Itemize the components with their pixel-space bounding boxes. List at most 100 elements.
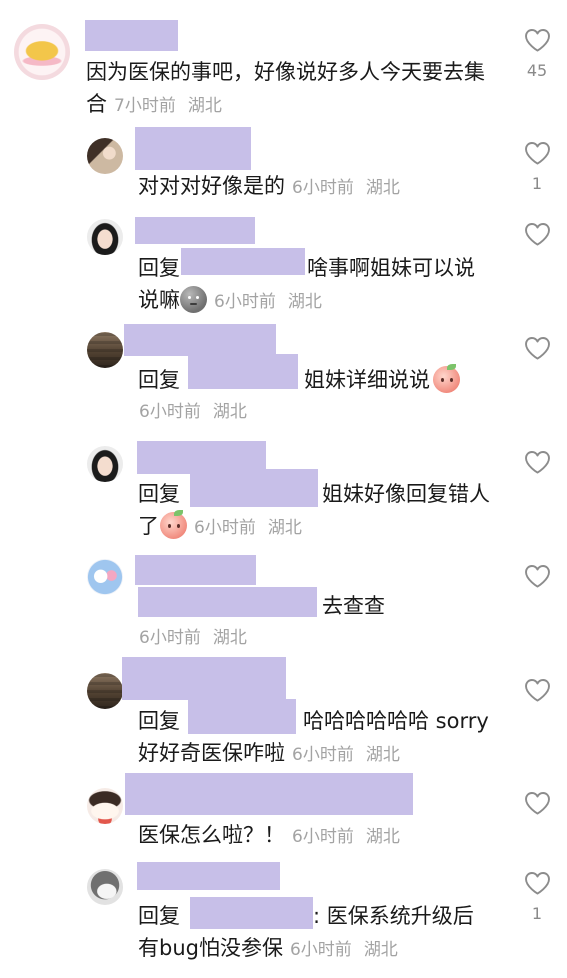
reply-comment: 回复 姐妹好像回复错人了 6小时前 湖北: [0, 431, 567, 545]
comment-location: 湖北: [363, 940, 398, 960]
heart-icon: [525, 565, 550, 588]
reply-comment: 回复: 医保系统升级后有bug怕没参保 6小时前 湖北 1: [0, 856, 567, 978]
comment-body[interactable]: 回复 姐妹好像回复错人了 6小时前 湖北: [138, 469, 498, 542]
comment-meta: 6小时前 湖北: [139, 396, 483, 428]
heart-icon: [525, 29, 550, 52]
redacted-mention[interactable]: [138, 587, 317, 617]
avatar[interactable]: [87, 332, 123, 368]
comment: 因为医保的事吧，好像说好多人今天要去集合 7小时前 湖北 45: [0, 0, 567, 122]
comment-location: 湖北: [212, 402, 247, 422]
reply-label: 回复: [138, 368, 180, 392]
comment-time: 6小时前: [139, 402, 201, 422]
comment-time: 6小时前: [194, 518, 256, 538]
comment-body[interactable]: 对对对好像是的 6小时前 湖北: [138, 170, 483, 202]
comment-body[interactable]: 回复: 医保系统升级后有bug怕没参保 6小时前 湖北: [138, 897, 483, 964]
comment-location: 湖北: [365, 745, 400, 765]
comment-time: 7小时前: [114, 96, 176, 116]
comment-meta: 6小时前 湖北: [292, 174, 400, 202]
redacted-username[interactable]: [122, 657, 286, 700]
heart-icon: [525, 872, 550, 895]
reply-label: 回复: [138, 904, 180, 928]
comment-text: 对对对好像是的: [138, 174, 285, 198]
heart-icon: [525, 223, 550, 246]
redacted-username[interactable]: [135, 555, 256, 585]
avatar[interactable]: [14, 24, 70, 80]
comment-text: 医保怎么啦？！: [138, 823, 285, 847]
comment-time: 6小时前: [289, 940, 352, 960]
comment-meta: 6小时前 湖北: [292, 823, 400, 851]
like-button[interactable]: [524, 28, 551, 53]
comment-text: 姐妹详细说说: [304, 368, 430, 392]
comment-location: 湖北: [365, 178, 400, 198]
like-count: 1: [531, 904, 543, 923]
comment-time: 6小时前: [214, 292, 276, 312]
avatar[interactable]: [87, 219, 123, 255]
avatar[interactable]: [87, 869, 123, 905]
comment-meta: 6小时前 湖北: [290, 936, 398, 964]
heart-icon: [525, 451, 550, 474]
heart-icon: [525, 337, 550, 360]
like-button[interactable]: [524, 450, 551, 475]
like-button[interactable]: [524, 336, 551, 361]
comment-body[interactable]: 回复 姐妹详细说说 6小时前 湖北: [138, 353, 483, 428]
like-button[interactable]: [524, 871, 551, 896]
avatar[interactable]: [87, 559, 123, 595]
reply-comment: 对对对好像是的 6小时前 湖北 1: [0, 122, 567, 202]
reply-comment: 医保怎么啦？！ 6小时前 湖北: [0, 770, 567, 856]
comment-body[interactable]: 回复 哈哈哈哈哈哈 sorry好好奇医保咋啦 6小时前 湖北: [138, 698, 496, 769]
comment-meta: 6小时前 湖北: [214, 288, 322, 316]
comment-location: 湖北: [267, 518, 302, 538]
reply-label: 回复: [138, 482, 180, 506]
redacted-username[interactable]: [85, 20, 178, 51]
redacted-mention[interactable]: [188, 353, 298, 389]
redacted-username[interactable]: [125, 773, 413, 815]
like-button[interactable]: [524, 141, 551, 166]
avatar[interactable]: [87, 446, 123, 482]
comment-time: 6小时前: [292, 827, 354, 847]
redacted-username[interactable]: [135, 127, 251, 170]
like-count: 45: [526, 61, 548, 80]
redacted-username[interactable]: [137, 862, 280, 890]
comment-location: 湖北: [187, 96, 222, 116]
comment-body[interactable]: 回复 啥事啊姐妹可以说说嘛 6小时前 湖北: [138, 247, 483, 316]
redacted-mention[interactable]: [188, 698, 296, 734]
redacted-mention[interactable]: [181, 247, 305, 275]
redacted-mention[interactable]: [190, 469, 318, 507]
comment-body[interactable]: 去查查 6小时前 湖北: [138, 587, 483, 654]
comment-time: 6小时前: [292, 745, 354, 765]
comment-location: 湖北: [212, 628, 247, 648]
like-button[interactable]: [524, 678, 551, 703]
reply-comment: 回复 姐妹详细说说 6小时前 湖北: [0, 317, 567, 431]
comment-time: 6小时前: [292, 178, 354, 198]
comment-time: 6小时前: [139, 628, 201, 648]
comment-body[interactable]: 医保怎么啦？！ 6小时前 湖北: [138, 819, 483, 851]
heart-icon: [525, 792, 550, 815]
avatar[interactable]: [87, 673, 123, 709]
reply-comment: 回复 哈哈哈哈哈哈 sorry好好奇医保咋啦 6小时前 湖北: [0, 652, 567, 770]
like-button[interactable]: [524, 564, 551, 589]
reply-label: 回复: [138, 256, 180, 280]
peach-face-emoji: [160, 509, 187, 539]
comment-text: 去查查: [322, 594, 385, 618]
redacted-username[interactable]: [135, 217, 255, 244]
avatar[interactable]: [87, 788, 123, 824]
comment-location: 湖北: [287, 292, 322, 312]
avatar[interactable]: [87, 138, 123, 174]
reply-label: 回复: [138, 709, 180, 733]
gray-blob-emoji: [180, 285, 207, 313]
like-count: 1: [531, 174, 543, 193]
like-button[interactable]: [524, 791, 551, 816]
comment-meta: 6小时前 湖北: [194, 514, 302, 542]
redacted-mention[interactable]: [190, 897, 313, 929]
reply-comment: 回复 啥事啊姐妹可以说说嘛 6小时前 湖北: [0, 202, 567, 317]
comment-body[interactable]: 因为医保的事吧，好像说好多人今天要去集合 7小时前 湖北: [86, 56, 496, 120]
comment-meta: 6小时前 湖北: [292, 741, 400, 769]
redacted-username[interactable]: [124, 324, 276, 356]
like-button[interactable]: [524, 222, 551, 247]
peach-face-emoji: [433, 363, 460, 393]
heart-icon: [525, 142, 550, 165]
comment-meta: 7小时前 湖北: [114, 92, 222, 120]
comment-meta: 6小时前 湖北: [139, 622, 483, 654]
comment-location: 湖北: [365, 827, 400, 847]
reply-comment: 去查查 6小时前 湖北: [0, 545, 567, 652]
